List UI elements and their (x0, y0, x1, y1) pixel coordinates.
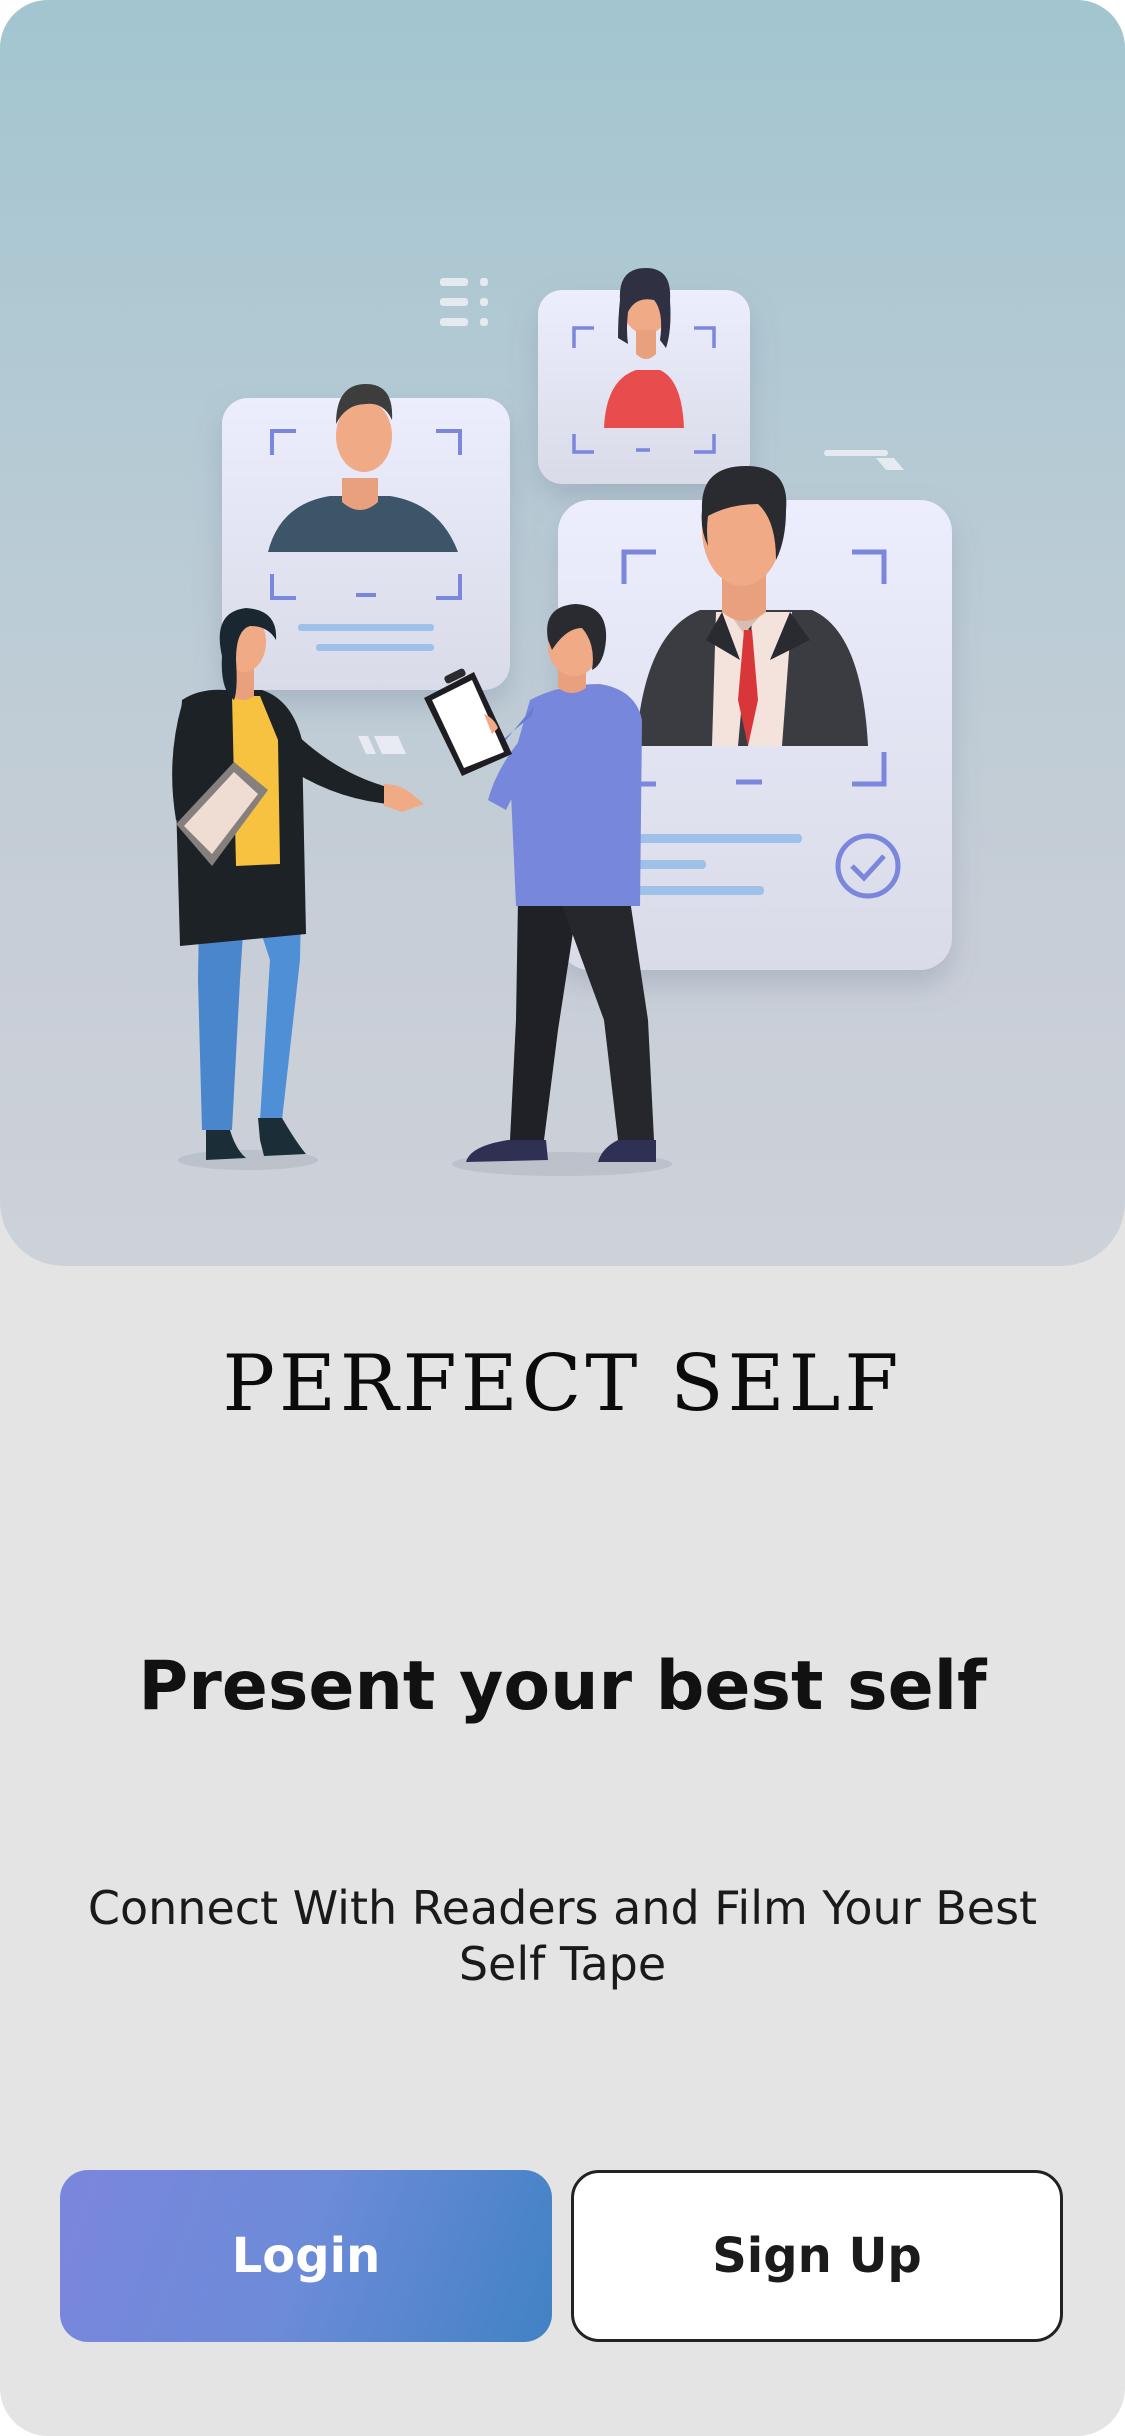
brand-title: PERFECT SELF (222, 1339, 903, 1429)
headline: Present your best self (138, 1647, 987, 1726)
casting-illustration (172, 268, 952, 1176)
subheadline: Connect With Readers and Film Your Best … (87, 1881, 1038, 1992)
sign-up-button[interactable]: Sign Up (571, 2170, 1063, 2342)
onboarding-screen: PERFECT SELF Present your best self Conn… (0, 0, 1125, 2436)
hero-illustration-area (0, 0, 1125, 1266)
woman-figure (172, 608, 424, 1170)
login-button[interactable]: Login (60, 2170, 552, 2342)
